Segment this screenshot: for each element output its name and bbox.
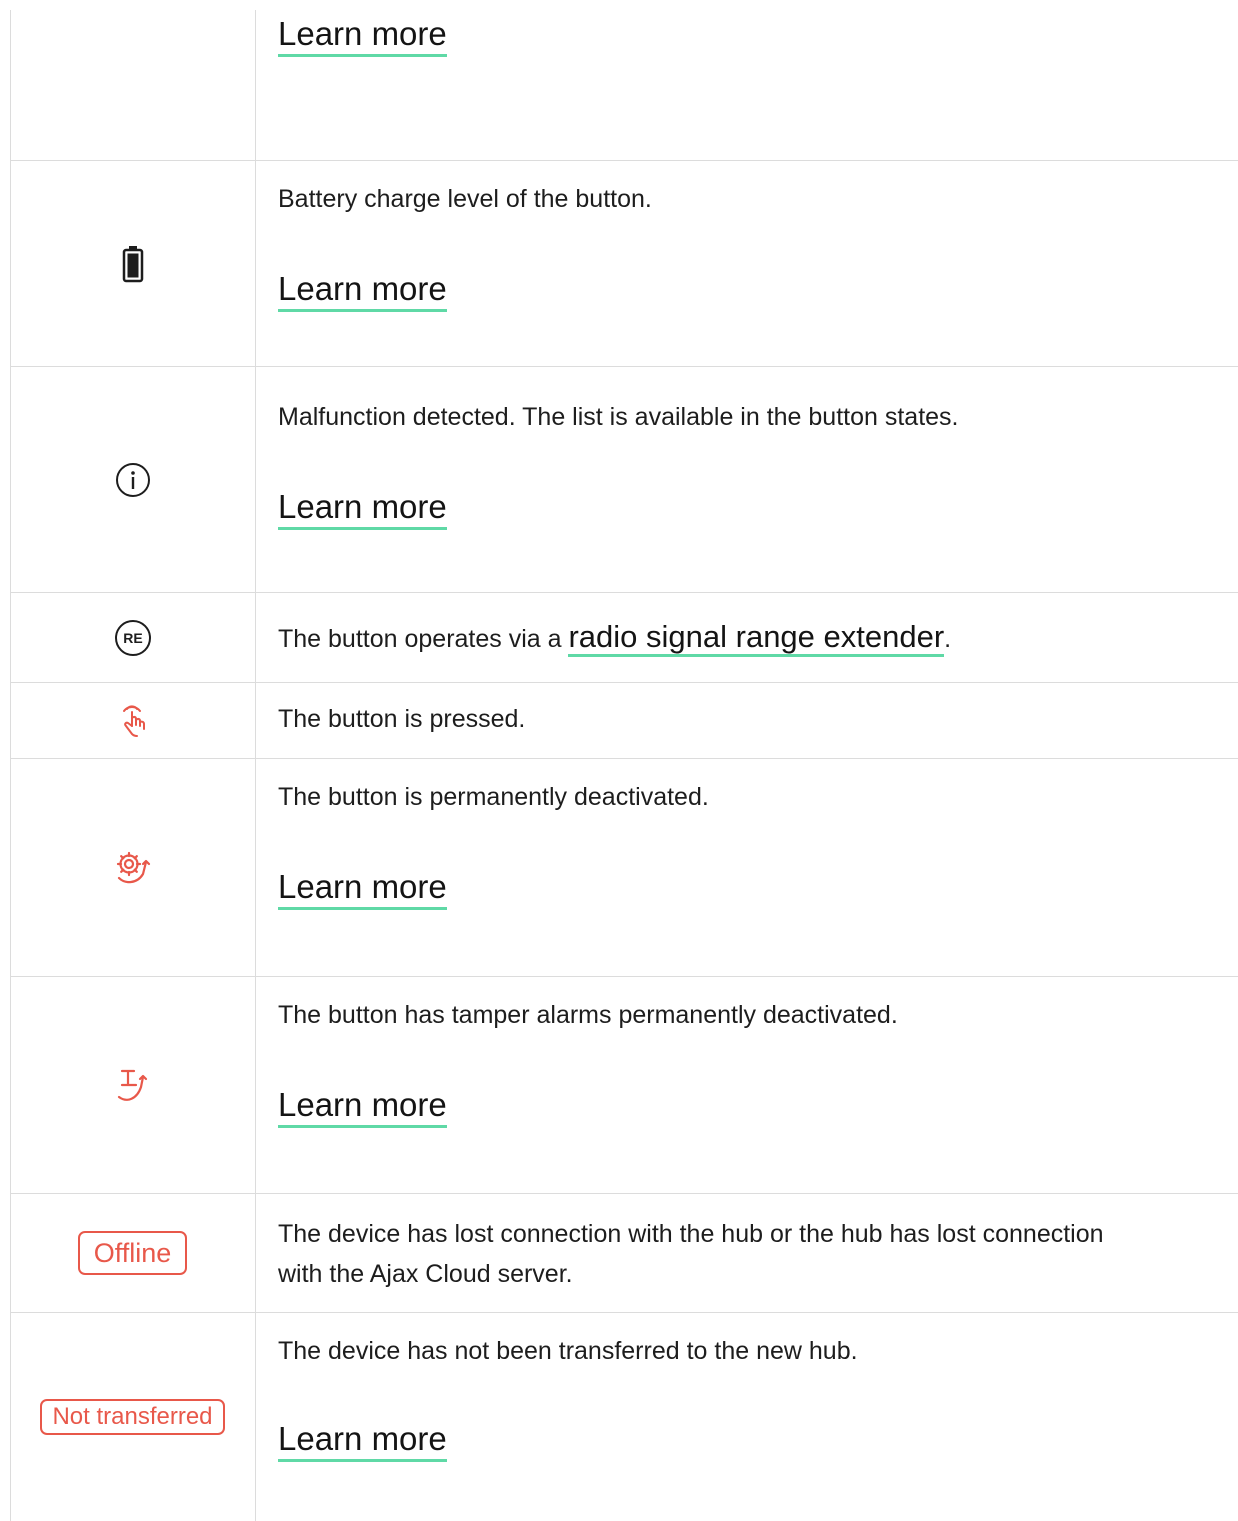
gear-deactivated-icon	[116, 851, 150, 883]
icon-cell: Offline	[10, 1194, 255, 1312]
icon-cell	[10, 759, 255, 976]
row-description: The device has not been transferred to t…	[278, 1337, 858, 1365]
icon-cell	[10, 367, 255, 592]
learn-more-link[interactable]: Learn more	[278, 1085, 447, 1128]
icon-cell	[10, 683, 255, 758]
table-row: The button has tamper alarms permanently…	[10, 976, 1238, 1193]
table-row: RE The button operates via a radio signa…	[10, 592, 1238, 682]
row-description: The device has lost connection with the …	[278, 1214, 1104, 1294]
icon-cell: RE	[10, 593, 255, 682]
tamper-deactivated-icon	[117, 1069, 147, 1101]
learn-more-link[interactable]: Learn more	[278, 867, 447, 910]
row-description: The button operates via a radio signal r…	[278, 617, 951, 659]
description-line: The device has lost connection with the …	[278, 1220, 1104, 1248]
learn-more-link[interactable]: Learn more	[278, 14, 447, 57]
description-text-end: .	[944, 625, 952, 653]
row-description: The button is pressed.	[278, 705, 526, 733]
table-row: Learn more	[10, 0, 1238, 160]
table-row: The button is pressed.	[10, 682, 1238, 758]
range-extender-icon-text: RE	[123, 630, 142, 646]
hand-pressed-icon	[122, 704, 145, 737]
row-description: The button is permanently deactivated.	[278, 783, 709, 811]
description-text: The button operates via a	[278, 625, 569, 653]
info-icon	[115, 462, 150, 497]
range-extender-link[interactable]: radio signal range extender	[568, 619, 945, 657]
device-status-table: Learn more Battery charge level of the b…	[10, 0, 1238, 1521]
table-row: Not transferred The device has not been …	[10, 1312, 1238, 1521]
icon-cell: Not transferred	[10, 1313, 255, 1521]
learn-more-link[interactable]: Learn more	[278, 1419, 447, 1462]
table-row: The button is permanently deactivated. L…	[10, 758, 1238, 976]
row-description: The button has tamper alarms permanently…	[278, 1001, 898, 1029]
table-row: Battery charge level of the button. Lear…	[10, 160, 1238, 366]
battery-icon	[122, 245, 143, 282]
table-row: Malfunction detected. The list is availa…	[10, 366, 1238, 592]
icon-cell	[10, 977, 255, 1193]
description-line: with the Ajax Cloud server.	[278, 1260, 573, 1288]
table-row: Offline The device has lost connection w…	[10, 1193, 1238, 1312]
row-description: Malfunction detected. The list is availa…	[278, 403, 959, 431]
learn-more-link[interactable]: Learn more	[278, 269, 447, 312]
not-transferred-badge: Not transferred	[40, 1399, 225, 1435]
row-description: Battery charge level of the button.	[278, 185, 652, 213]
range-extender-icon: RE	[114, 619, 151, 656]
offline-badge: Offline	[77, 1231, 188, 1275]
learn-more-link[interactable]: Learn more	[278, 487, 447, 530]
icon-cell	[10, 161, 255, 366]
